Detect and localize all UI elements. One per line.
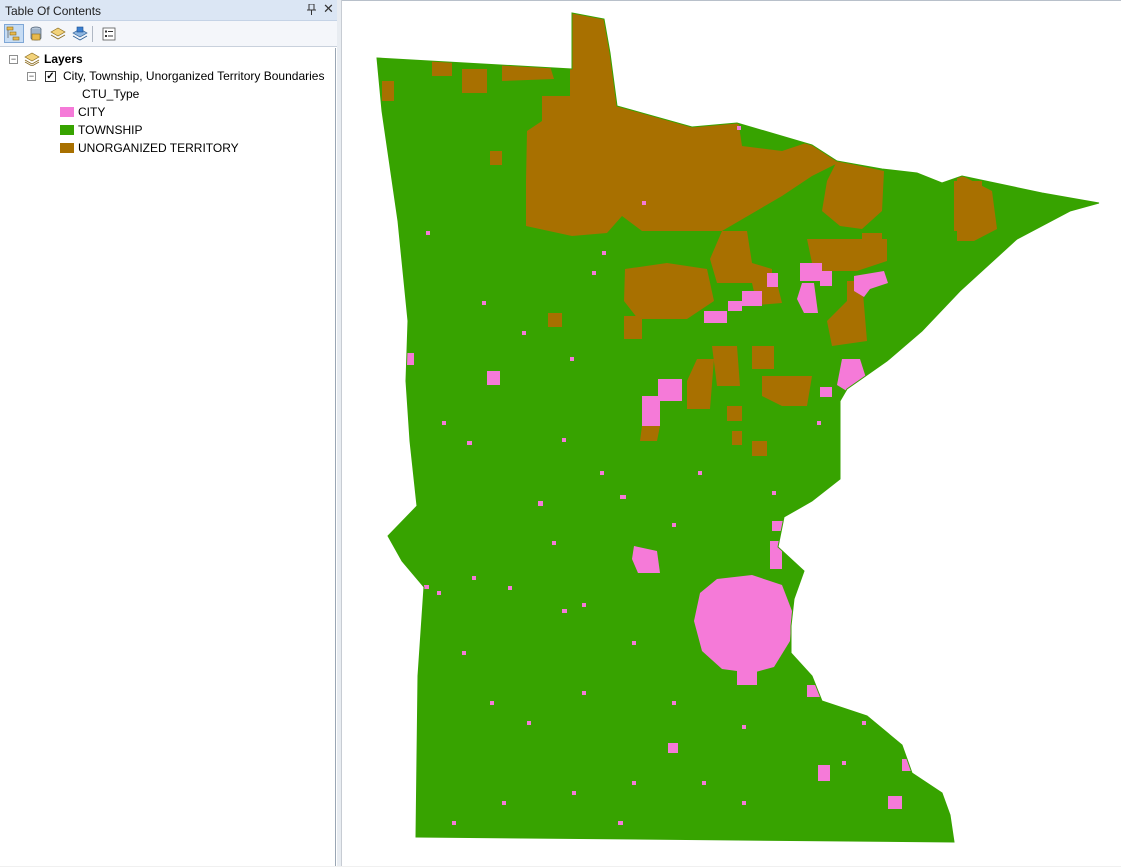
minnesota-map[interactable] xyxy=(342,1,1121,867)
legend-field-row: CTU_Type xyxy=(82,85,139,103)
legend-item-city[interactable]: CITY xyxy=(60,103,105,121)
list-by-visibility-icon xyxy=(50,27,66,40)
pin-icon[interactable] xyxy=(307,3,316,17)
layers-root-row[interactable]: − Layers xyxy=(9,50,83,68)
layer-name: City, Township, Unorganized Territory Bo… xyxy=(63,69,325,83)
layers-root-label: Layers xyxy=(44,52,83,66)
legend-label-city: CITY xyxy=(78,105,106,119)
city-swatch xyxy=(60,107,74,117)
layers-icon xyxy=(24,52,40,66)
layer-visibility-checkbox[interactable]: ✓ xyxy=(45,70,56,82)
legend-item-township[interactable]: TOWNSHIP xyxy=(60,121,142,139)
legend-field-name: CTU_Type xyxy=(82,87,140,101)
layer-row[interactable]: − ✓ City, Township, Unorganized Territor… xyxy=(27,67,324,85)
options-button[interactable] xyxy=(99,24,119,43)
legend-item-unorganized-territory[interactable]: UNORGANIZED TERRITORY xyxy=(60,139,239,157)
legend-label-unorganized-territory: UNORGANIZED TERRITORY xyxy=(78,141,239,155)
toc-title: Table Of Contents xyxy=(5,4,102,18)
collapse-layer-icon[interactable]: − xyxy=(27,71,36,81)
close-icon[interactable]: ✕ xyxy=(323,2,334,15)
township-swatch xyxy=(60,125,74,135)
list-by-source-icon xyxy=(30,26,42,40)
toolbar-separator xyxy=(92,26,93,42)
map-view[interactable] xyxy=(342,0,1121,866)
list-by-source-button[interactable] xyxy=(26,24,46,43)
unorganized-territory-swatch xyxy=(60,143,74,153)
toc-title-bar: Table Of Contents ✕ xyxy=(0,0,337,21)
toc-toolbar xyxy=(0,21,337,47)
legend-label-township: TOWNSHIP xyxy=(78,123,143,137)
list-by-drawing-order-icon xyxy=(6,26,20,41)
list-by-visibility-button[interactable] xyxy=(48,24,68,43)
table-of-contents-panel: Table Of Contents ✕ − Layers − ✓ City, T… xyxy=(0,0,337,866)
collapse-layers-icon[interactable]: − xyxy=(9,54,18,64)
toc-tree: − Layers − ✓ City, Township, Unorganized… xyxy=(0,48,336,866)
list-by-drawing-order-button[interactable] xyxy=(4,24,24,43)
options-icon xyxy=(102,27,116,40)
list-by-selection-button[interactable] xyxy=(70,24,90,43)
list-by-selection-icon xyxy=(72,26,88,41)
